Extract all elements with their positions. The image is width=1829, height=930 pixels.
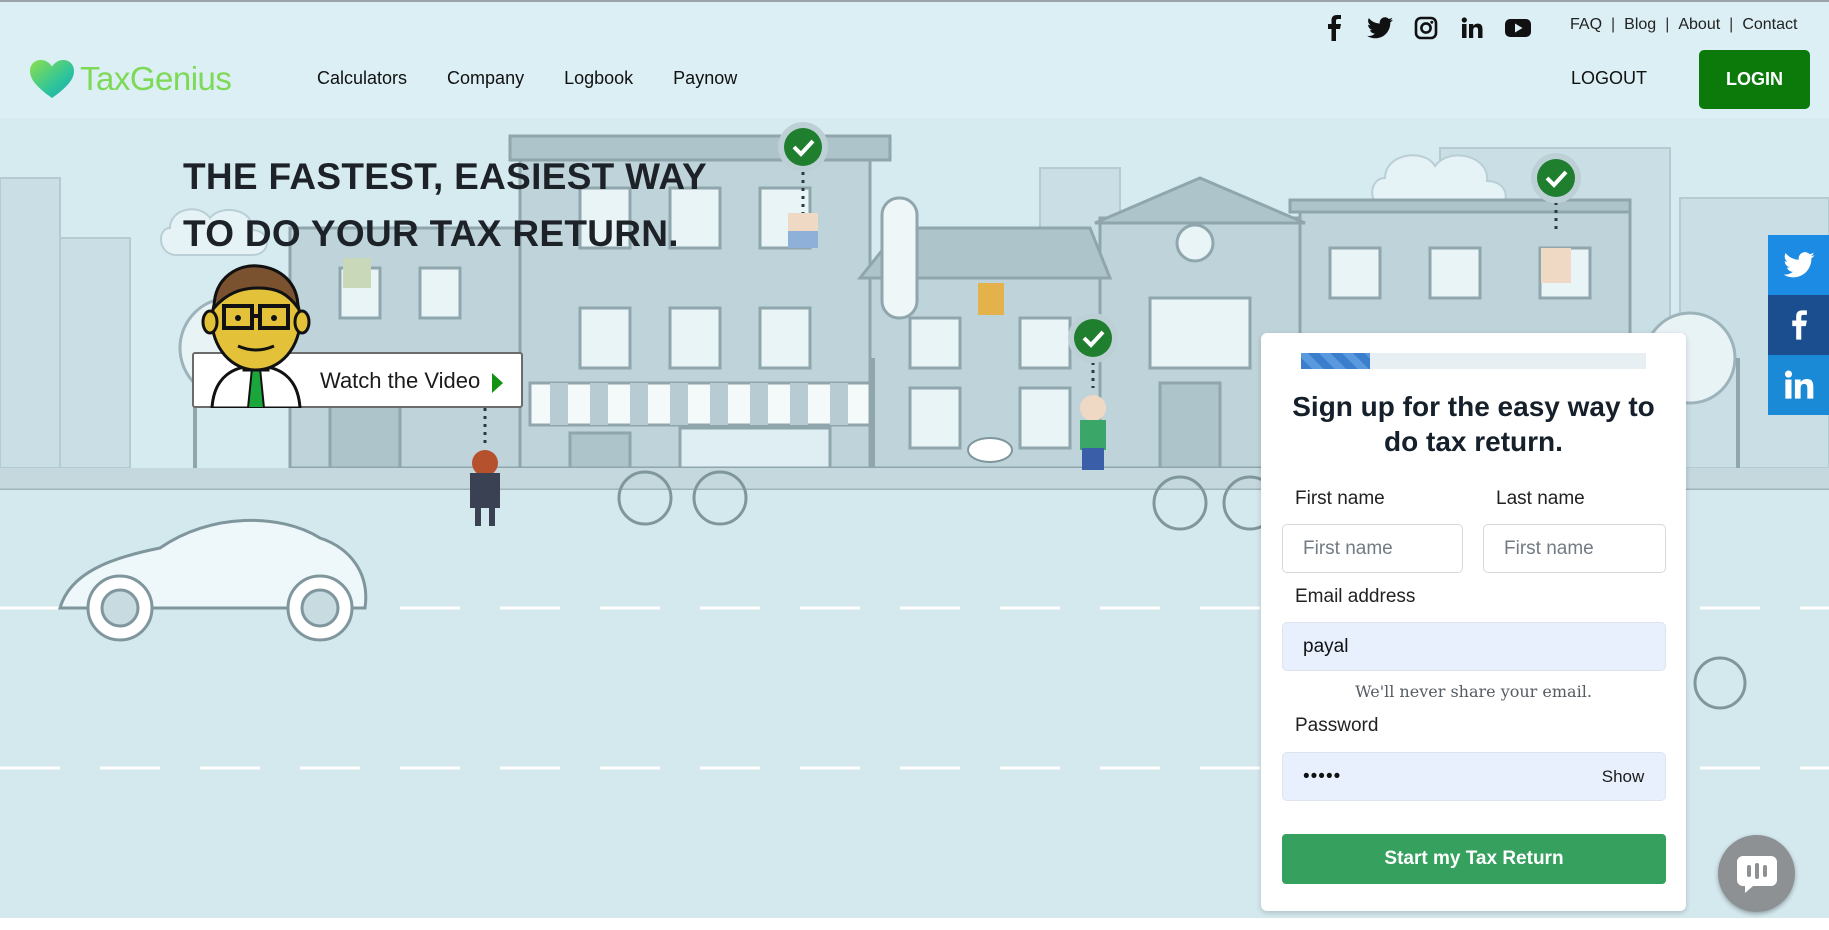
email-input[interactable] <box>1282 622 1666 671</box>
signup-title: Sign up for the easy way to do tax retur… <box>1292 391 1655 457</box>
headline-line-1: THE FASTEST, EASIEST WAY <box>183 156 707 197</box>
facebook-icon[interactable] <box>1320 14 1348 42</box>
nav-company[interactable]: Company <box>447 68 524 89</box>
blog-link[interactable]: Blog <box>1624 16 1656 34</box>
contact-link[interactable]: Contact <box>1742 16 1797 34</box>
share-linkedin-button[interactable] <box>1768 355 1829 415</box>
nav-calculators[interactable]: Calculators <box>317 68 407 89</box>
hero-headline: THE FASTEST, EASIEST WAY TO DO YOUR TAX … <box>183 148 707 262</box>
progress-fill <box>1301 353 1370 369</box>
top-links: FAQ | Blog | About | Contact <box>1570 16 1797 34</box>
start-tax-return-button[interactable]: Start my Tax Return <box>1282 834 1666 884</box>
nav-paynow[interactable]: Paynow <box>673 68 737 89</box>
email-label: Email address <box>1295 586 1416 607</box>
share-facebook-button[interactable] <box>1768 295 1829 355</box>
first-name-label: First name <box>1295 488 1385 509</box>
facebook-icon <box>1791 310 1807 340</box>
logo-text: TaxGenius <box>80 60 232 97</box>
tax-genius-mascot <box>201 264 311 408</box>
faq-link[interactable]: FAQ <box>1570 16 1602 34</box>
instagram-icon[interactable] <box>1412 14 1440 42</box>
nav-logbook[interactable]: Logbook <box>564 68 633 89</box>
link-separator: | <box>1665 16 1670 33</box>
logout-link[interactable]: LOGOUT <box>1571 68 1647 89</box>
twitter-icon[interactable] <box>1366 14 1394 42</box>
social-links <box>1320 14 1532 42</box>
watch-video-label: Watch the Video <box>320 368 481 393</box>
linkedin-icon <box>1784 370 1813 399</box>
first-name-input[interactable] <box>1282 524 1463 573</box>
about-link[interactable]: About <box>1678 16 1720 34</box>
show-password-button[interactable]: Show <box>1581 753 1665 800</box>
last-name-label: Last name <box>1496 488 1585 509</box>
link-separator: | <box>1729 16 1734 33</box>
main-nav: Calculators Company Logbook Paynow <box>317 68 737 89</box>
twitter-icon <box>1782 252 1815 278</box>
site-header: FAQ | Blog | About | Contact TaxGenius C… <box>0 2 1829 118</box>
play-arrow-icon <box>492 373 503 393</box>
login-button[interactable]: LOGIN <box>1699 50 1810 109</box>
password-label: Password <box>1295 715 1379 736</box>
chat-icon <box>1736 855 1777 893</box>
email-help-text: We'll never share your email. <box>1355 682 1592 701</box>
headline-line-2: TO DO YOUR TAX RETURN. <box>183 213 679 254</box>
page-bottom-edge <box>0 918 1829 930</box>
heart-logo-icon <box>30 60 74 98</box>
youtube-icon[interactable] <box>1504 14 1532 42</box>
site-logo[interactable]: TaxGenius <box>28 58 232 100</box>
chat-widget-button[interactable] <box>1718 835 1795 912</box>
link-separator: | <box>1611 16 1616 33</box>
signup-card: Sign up for the easy way to do tax retur… <box>1261 333 1686 911</box>
share-twitter-button[interactable] <box>1768 235 1829 295</box>
signup-progress-bar <box>1301 353 1646 369</box>
last-name-input[interactable] <box>1483 524 1666 573</box>
linkedin-icon[interactable] <box>1458 14 1486 42</box>
